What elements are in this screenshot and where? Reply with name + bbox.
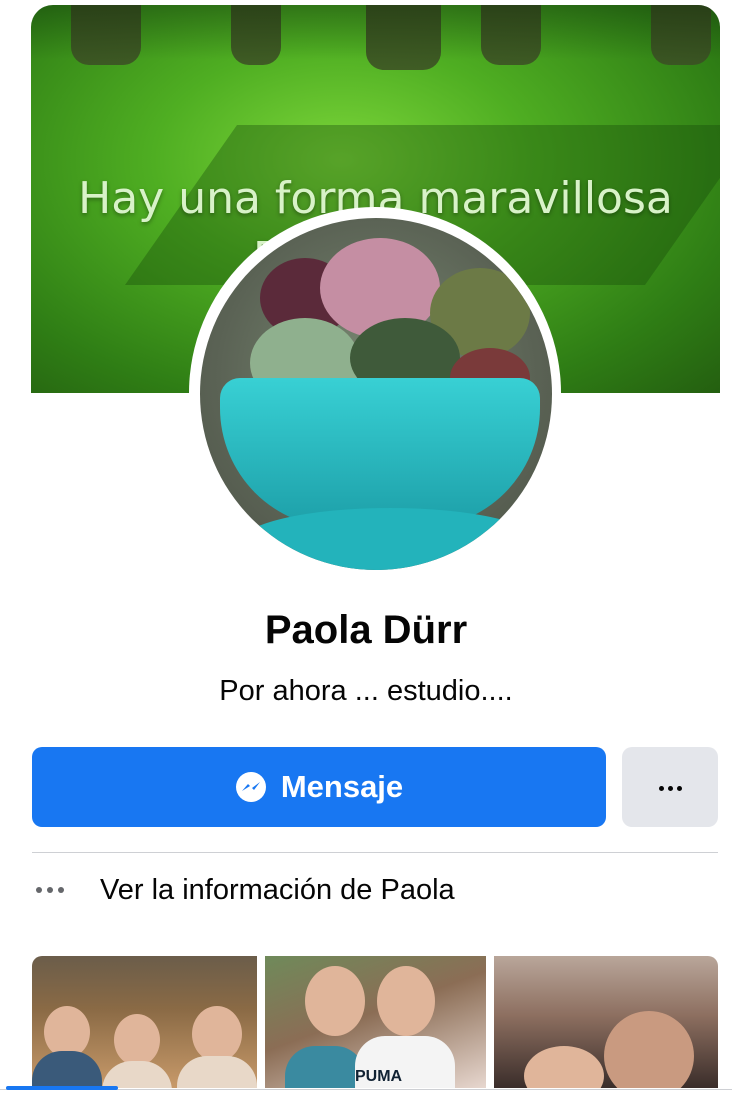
photo-shirt (177, 1056, 257, 1088)
message-button-label: Mensaje (280, 769, 404, 804)
scroll-indicator (6, 1086, 118, 1090)
profile-bio: Por ahora ... estudio.... (219, 675, 513, 707)
cover-tree (481, 5, 541, 65)
about-info-label: Ver la información de Paola (100, 873, 455, 906)
teacup (220, 378, 540, 528)
more-dots-icon (32, 887, 96, 893)
shirt-logo-text: PUMA (355, 1068, 403, 1085)
about-info-link[interactable]: Ver la información de Paola (32, 862, 718, 918)
photo-face (305, 966, 365, 1036)
photo-face (524, 1046, 604, 1088)
divider (32, 852, 718, 853)
profile-name: Paola Dürr (264, 608, 468, 652)
ellipsis-icon (657, 778, 684, 796)
message-button[interactable]: Mensaje (32, 747, 606, 827)
profile-picture[interactable] (200, 218, 552, 570)
messenger-icon (235, 772, 266, 802)
photo-grid: PUMA (32, 956, 718, 1088)
photo-thumbnail[interactable] (32, 956, 257, 1088)
photo-shirt (285, 1046, 365, 1088)
photo-face (604, 1011, 694, 1088)
cover-tree (366, 5, 441, 70)
photo-thumbnail[interactable]: PUMA (265, 956, 486, 1088)
photo-face (114, 1014, 160, 1066)
cover-tree (71, 5, 141, 65)
cover-tree (651, 5, 711, 65)
saucer (240, 508, 540, 570)
photo-face (192, 1006, 242, 1062)
photo-face (377, 966, 435, 1036)
cover-tree (231, 5, 281, 65)
more-options-button[interactable] (622, 747, 718, 827)
photo-thumbnail[interactable] (494, 956, 718, 1088)
photo-shirt (32, 1051, 102, 1088)
photo-shirt (102, 1061, 172, 1088)
